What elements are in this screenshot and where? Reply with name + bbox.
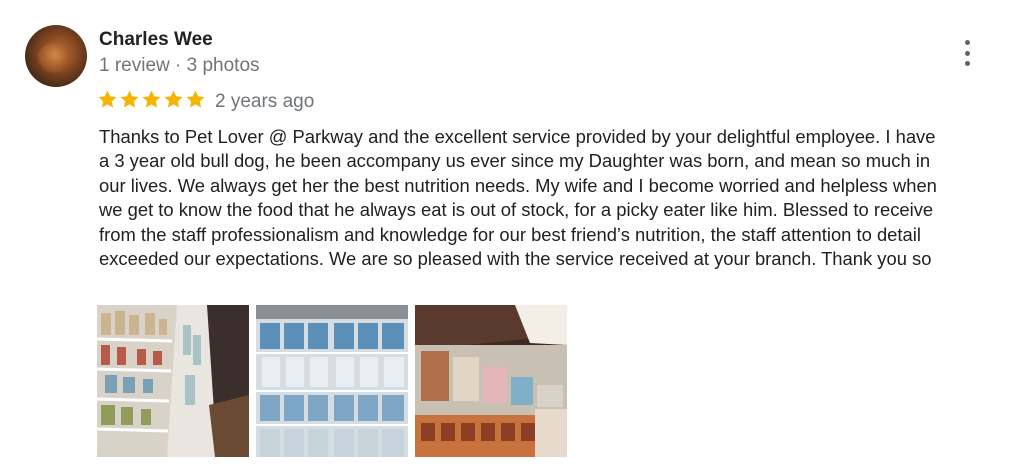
review-line: our lives. We always get her the best nu… <box>99 174 937 196</box>
review-photo-2[interactable] <box>256 305 408 457</box>
star-icon <box>98 90 117 108</box>
star-icon <box>120 90 139 108</box>
star-rating <box>97 89 206 110</box>
reviewer-meta: 1 review · 3 photos <box>99 55 260 76</box>
reviewer-avatar[interactable] <box>25 25 87 87</box>
review-line: exceeded our expectations. We are so ple… <box>99 248 932 270</box>
star-icon <box>164 90 183 108</box>
review-line: we get to know the food that he always e… <box>99 199 934 221</box>
review-line: a 3 year old bull dog, he been accompany… <box>99 150 931 172</box>
review-photo-3[interactable] <box>415 305 567 457</box>
review-line: Thanks to Pet Lover @ Parkway and the ex… <box>99 126 936 147</box>
review-line: from the staff professionalism and knowl… <box>99 223 921 245</box>
review-text: Thanks to Pet Lover @ Parkway and the ex… <box>99 125 1009 271</box>
review-time: 2 years ago <box>215 91 315 112</box>
star-icon <box>142 90 161 108</box>
review-photos <box>97 305 567 457</box>
star-icon <box>186 90 205 108</box>
review-photo-1[interactable] <box>97 305 249 457</box>
reviewer-name[interactable]: Charles Wee <box>99 29 213 51</box>
more-vertical-icon[interactable] <box>957 40 977 66</box>
